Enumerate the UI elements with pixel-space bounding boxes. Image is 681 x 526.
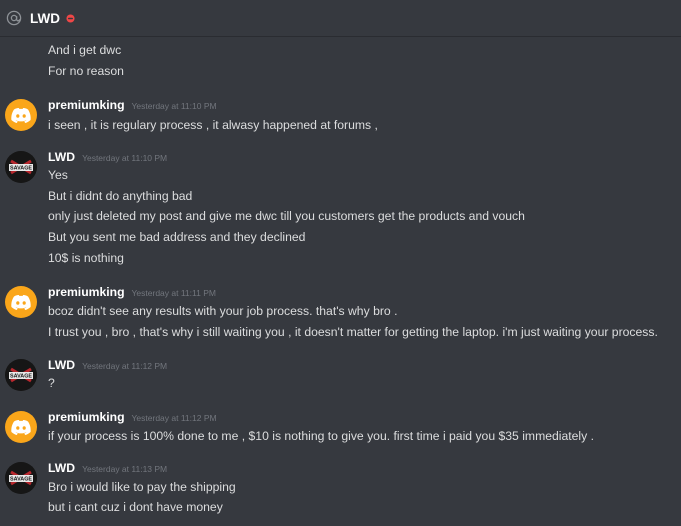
lwd-avatar[interactable]: SAVAGE [5, 151, 37, 183]
savage-logo-icon: SAVAGE [5, 462, 37, 494]
message-line: i seen , it is regulary process , it alw… [48, 118, 378, 132]
discord-logo-icon [11, 419, 31, 435]
avatar-logo-text: SAVAGE [10, 477, 32, 483]
message-line: I trust you , bro , that's why i still w… [48, 325, 658, 339]
channel-name[interactable]: LWD [30, 11, 60, 26]
message-line: bcoz didn't see any results with your jo… [48, 304, 398, 318]
author-name[interactable]: premiumking [48, 410, 125, 424]
lwd-avatar[interactable]: SAVAGE [5, 462, 37, 494]
timestamp: Yesterday at 11:12 PM [82, 361, 168, 371]
timestamp: Yesterday at 11:12 PM [131, 413, 217, 423]
message-line: ? [48, 376, 55, 390]
message-line: if your process is 100% done to me , $10… [48, 429, 595, 443]
author-name[interactable]: premiumking [48, 285, 125, 299]
message-line: But you sent me bad address and they dec… [48, 230, 306, 244]
author-name[interactable]: premiumking [48, 98, 125, 112]
message-header: premiumking Yesterday at 11:11 PM [48, 284, 216, 301]
discord-logo-avatar[interactable] [5, 286, 37, 318]
discord-logo-icon [11, 107, 31, 123]
avatar-logo-text: SAVAGE [10, 374, 32, 380]
message-header: LWD Yesterday at 11:10 PM [48, 149, 167, 166]
message-header: premiumking Yesterday at 11:12 PM [48, 409, 217, 426]
savage-logo-icon: SAVAGE [5, 151, 37, 183]
avatar-logo-text: SAVAGE [10, 166, 32, 172]
discord-logo-avatar[interactable] [5, 99, 37, 131]
lwd-avatar[interactable]: SAVAGE [5, 359, 37, 391]
message-line: 10$ is nothing [48, 251, 124, 265]
dm-header: LWD [0, 0, 681, 37]
message-line: Yes [48, 168, 68, 182]
message-header: LWD Yesterday at 11:12 PM [48, 357, 167, 374]
discord-logo-icon [11, 294, 31, 310]
message-line: And i get dwc [48, 43, 122, 57]
message-line: But i didnt do anything bad [48, 189, 193, 203]
message-line: Bro i would like to pay the shipping [48, 480, 236, 494]
author-name[interactable]: LWD [48, 358, 75, 372]
timestamp: Yesterday at 11:10 PM [131, 101, 217, 111]
message-header: premiumking Yesterday at 11:10 PM [48, 97, 217, 114]
discord-logo-avatar[interactable] [5, 411, 37, 443]
message-line: but i cant cuz i dont have money [48, 500, 223, 514]
author-name[interactable]: LWD [48, 461, 75, 475]
timestamp: Yesterday at 11:11 PM [131, 288, 216, 298]
at-icon [6, 10, 22, 26]
timestamp: Yesterday at 11:10 PM [82, 153, 168, 163]
author-name[interactable]: LWD [48, 150, 75, 164]
message-line: For no reason [48, 64, 124, 78]
savage-logo-icon: SAVAGE [5, 359, 37, 391]
message-header: LWD Yesterday at 11:13 PM [48, 460, 167, 477]
timestamp: Yesterday at 11:13 PM [82, 464, 168, 474]
message-line: only just deleted my post and give me dw… [48, 209, 525, 223]
dnd-status-icon [66, 13, 75, 23]
